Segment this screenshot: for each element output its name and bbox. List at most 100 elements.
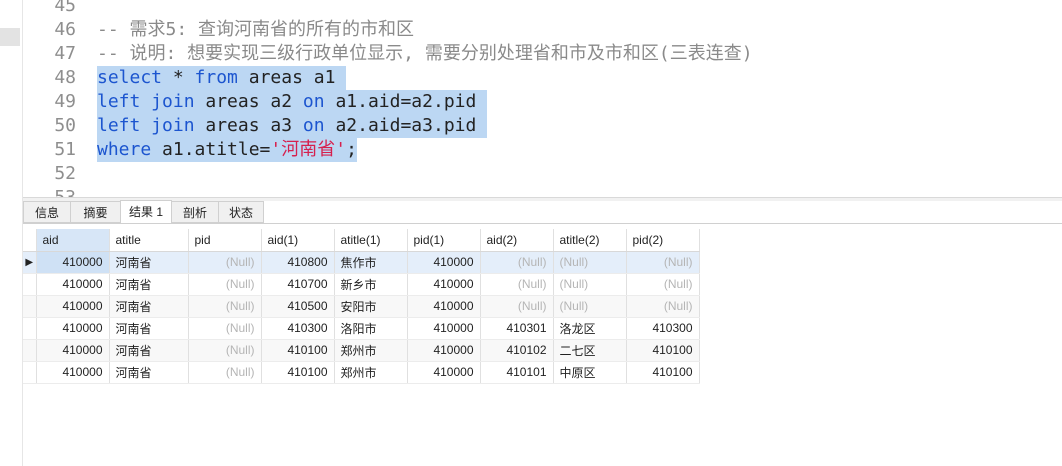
table-cell[interactable]: (Null): [480, 295, 554, 318]
code-line[interactable]: 46 -- 需求5: 查询河南省的所有的市和区: [23, 18, 1062, 42]
code-line[interactable]: 53: [23, 186, 1062, 197]
table-cell[interactable]: (Null): [188, 339, 262, 362]
code-token: on: [302, 115, 325, 136]
table-cell[interactable]: 410000: [36, 295, 110, 318]
result-table: aid atitle pid aid(1) atitle(1) pid(1) aid(2) a…: [23, 229, 700, 384]
selected-code: where a1.atitle='河南省';: [97, 138, 357, 162]
table-row[interactable]: 410000 河南省 (Null) 410100 郑州市 410000 410102 二七区 4…: [23, 339, 700, 362]
table-row[interactable]: 410000 河南省 (Null) 410300 洛阳市 410000 410301 洛龙区 4…: [23, 317, 700, 340]
table-cell[interactable]: 中原区: [553, 361, 627, 384]
table-row[interactable]: 410000 河南省 (Null) 410100 郑州市 410000 410101 中原区 4…: [23, 361, 700, 384]
tab-result-1[interactable]: 结果 1: [120, 200, 172, 224]
table-cell[interactable]: (Null): [188, 317, 262, 340]
table-cell[interactable]: (Null): [553, 251, 627, 274]
column-header[interactable]: aid(1): [261, 229, 335, 252]
column-header[interactable]: aid: [36, 229, 110, 252]
table-cell[interactable]: (Null): [188, 251, 262, 274]
table-cell[interactable]: 河南省: [109, 251, 189, 274]
table-cell[interactable]: 410000: [407, 251, 481, 274]
sql-editor[interactable]: 45 46 -- 需求5: 查询河南省的所有的市和区 47 -- 说明: 想要实现三级行…: [23, 0, 1062, 197]
table-cell[interactable]: 410100: [261, 361, 335, 384]
code-line[interactable]: 51 where a1.atitle='河南省';: [23, 138, 1062, 162]
table-cell[interactable]: (Null): [626, 251, 700, 274]
table-cell[interactable]: 410000: [407, 339, 481, 362]
row-indicator: ▶: [23, 251, 37, 274]
table-cell[interactable]: (Null): [188, 273, 262, 296]
column-header[interactable]: pid(1): [407, 229, 481, 252]
code-line[interactable]: 47 -- 说明: 想要实现三级行政单位显示, 需要分别处理省和市及市和区(三表连…: [23, 42, 1062, 66]
table-cell[interactable]: 410000: [407, 361, 481, 384]
result-grid[interactable]: aid atitle pid aid(1) atitle(1) pid(1) aid(2) a…: [23, 229, 700, 384]
table-cell[interactable]: (Null): [480, 251, 554, 274]
table-cell[interactable]: 河南省: [109, 339, 189, 362]
table-cell[interactable]: 河南省: [109, 295, 189, 318]
code-line[interactable]: 49 left join areas a2 on a1.aid=a2.pid: [23, 90, 1062, 114]
table-cell[interactable]: 410300: [261, 317, 335, 340]
table-cell[interactable]: (Null): [188, 295, 262, 318]
table-cell[interactable]: 郑州市: [334, 339, 408, 362]
table-row[interactable]: ▶ 410000 河南省 (Null) 410800 焦作市 410000 (Null) (Nu…: [23, 251, 700, 274]
table-cell[interactable]: 焦作市: [334, 251, 408, 274]
table-cell[interactable]: 410300: [626, 317, 700, 340]
table-cell[interactable]: 洛阳市: [334, 317, 408, 340]
table-cell[interactable]: (Null): [626, 273, 700, 296]
table-cell[interactable]: 安阳市: [334, 295, 408, 318]
table-cell[interactable]: 410500: [261, 295, 335, 318]
code-token: areas a3: [194, 115, 303, 136]
table-cell[interactable]: (Null): [480, 273, 554, 296]
table-cell[interactable]: 郑州市: [334, 361, 408, 384]
table-cell[interactable]: 410000: [407, 273, 481, 296]
table-cell[interactable]: (Null): [626, 295, 700, 318]
column-header[interactable]: pid: [188, 229, 262, 252]
line-number: 50: [54, 115, 76, 136]
code-line[interactable]: 52: [23, 162, 1062, 186]
column-header[interactable]: aid(2): [480, 229, 554, 252]
table-cell[interactable]: 河南省: [109, 317, 189, 340]
table-cell[interactable]: 洛龙区: [553, 317, 627, 340]
table-cell[interactable]: 410000: [407, 295, 481, 318]
table-cell[interactable]: 410100: [626, 361, 700, 384]
column-header[interactable]: pid(2): [626, 229, 700, 252]
code-token: areas a2: [194, 91, 303, 112]
code-line[interactable]: 45: [23, 0, 1062, 18]
code-token: a1.atitle=: [151, 139, 271, 160]
table-cell[interactable]: 410102: [480, 339, 554, 362]
table-cell[interactable]: (Null): [553, 295, 627, 318]
table-cell[interactable]: 410000: [36, 273, 110, 296]
table-cell[interactable]: 二七区: [553, 339, 627, 362]
column-header[interactable]: atitle(2): [553, 229, 627, 252]
table-cell[interactable]: 新乡市: [334, 273, 408, 296]
table-cell[interactable]: 410100: [261, 339, 335, 362]
table-cell[interactable]: 410000: [36, 251, 110, 274]
table-cell[interactable]: 河南省: [109, 361, 189, 384]
code-token: *: [162, 67, 195, 88]
table-cell[interactable]: 410700: [261, 273, 335, 296]
table-cell[interactable]: 410000: [36, 339, 110, 362]
tab-status[interactable]: 状态: [218, 201, 264, 223]
table-cell[interactable]: 410000: [36, 317, 110, 340]
table-cell[interactable]: 410101: [480, 361, 554, 384]
tab-info[interactable]: 信息: [23, 201, 71, 223]
code-token: -- 说明: 想要实现三级行政单位显示, 需要分别处理省和市及市和区(三表连查): [97, 43, 753, 64]
tab-profile[interactable]: 剖析: [171, 201, 219, 223]
column-header[interactable]: atitle(1): [334, 229, 408, 252]
table-cell[interactable]: 410000: [36, 361, 110, 384]
column-header[interactable]: atitle: [109, 229, 189, 252]
table-cell[interactable]: 410800: [261, 251, 335, 274]
code-token: select: [97, 67, 163, 88]
left-gutter: [0, 0, 23, 466]
table-cell[interactable]: 410301: [480, 317, 554, 340]
table-cell[interactable]: 410000: [407, 317, 481, 340]
table-cell[interactable]: (Null): [188, 361, 262, 384]
line-number: 51: [54, 139, 76, 160]
tab-summary[interactable]: 摘要: [70, 201, 121, 223]
code-token: where: [97, 139, 152, 160]
code-line[interactable]: 48 select * from areas a1: [23, 66, 1062, 90]
line-number: 48: [54, 67, 76, 88]
table-row[interactable]: 410000 河南省 (Null) 410500 安阳市 410000 (Null) (Nul…: [23, 295, 700, 318]
table-row[interactable]: 410000 河南省 (Null) 410700 新乡市 410000 (Null) (Nul…: [23, 273, 700, 296]
table-cell[interactable]: 410100: [626, 339, 700, 362]
table-cell[interactable]: (Null): [553, 273, 627, 296]
table-cell[interactable]: 河南省: [109, 273, 189, 296]
code-line[interactable]: 50 left join areas a3 on a2.aid=a3.pid: [23, 114, 1062, 138]
